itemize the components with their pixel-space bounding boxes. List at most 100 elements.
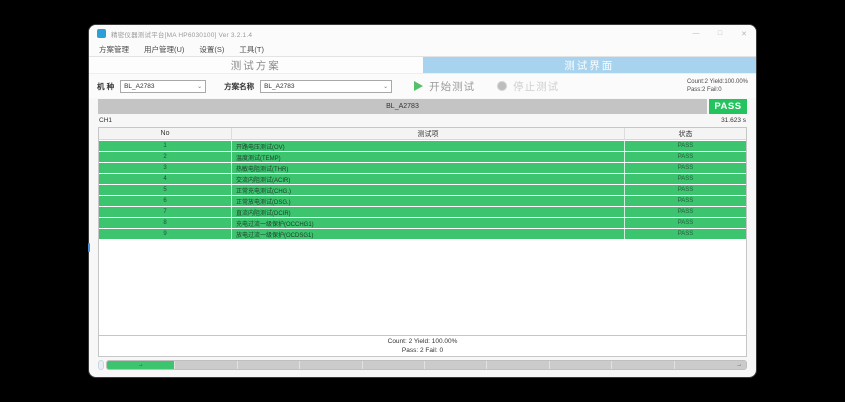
tab-test-plan[interactable]: 测试方案 xyxy=(89,57,423,73)
cell-status: PASS xyxy=(625,141,746,151)
progress-segment xyxy=(175,361,237,369)
top-stats-line2: Pass:2 Fail:0 xyxy=(687,86,748,94)
header-no: No xyxy=(99,128,232,139)
table-row[interactable]: 5正常充电测试(CHG.)PASS xyxy=(99,185,746,195)
table-row[interactable]: 2温度测试(TEMP)PASS xyxy=(99,152,746,162)
table-row[interactable]: 1开路电压测试(OV)PASS xyxy=(99,141,746,151)
progress-segment xyxy=(612,361,674,369)
stop-test-button[interactable]: 停止测试 xyxy=(497,79,559,94)
table-row[interactable]: 8充电过流一级保护(OCCHG1)PASS xyxy=(99,218,746,228)
cell-no: 3 xyxy=(99,163,232,173)
cell-no: 1 xyxy=(99,141,232,151)
table-header: No 测试项 状态 xyxy=(99,128,746,140)
tab-test-interface[interactable]: 测试界面 xyxy=(423,57,757,73)
model-select-value: BL_A2783 xyxy=(124,83,154,90)
cell-no: 6 xyxy=(99,196,232,206)
cell-status: PASS xyxy=(625,207,746,217)
cell-item: 正常放电测试(DSG.) xyxy=(232,196,625,206)
table-row[interactable]: 6正常放电测试(DSG.)PASS xyxy=(99,196,746,206)
app-window: 精密仪器测试平台[MA HP6030100] Ver 3.2.1.4 — □ ✕… xyxy=(88,24,757,378)
cell-no: 4 xyxy=(99,174,232,184)
stop-test-label: 停止测试 xyxy=(513,79,559,94)
top-stats-line1: Count:2 Yield:100.00% xyxy=(687,78,748,86)
pass-badge: PASS xyxy=(709,99,747,114)
maximize-icon[interactable]: □ xyxy=(708,25,732,42)
cell-status: PASS xyxy=(625,163,746,173)
control-toolbar: 机 种 BL_A2783 ⌄ 方案名称 BL_A2783 ⌄ 开始测试 停止测试 xyxy=(89,74,756,98)
app-icon xyxy=(97,29,106,38)
footer-stats-line2: Pass: 2 Fail: 0 xyxy=(402,346,443,355)
channel-row: CH1 31.623 s xyxy=(89,114,756,127)
cell-item: 正常充电测试(CHG.) xyxy=(232,185,625,195)
header-test-item: 测试项 xyxy=(232,128,625,139)
screen-background: 精密仪器测试平台[MA HP6030100] Ver 3.2.1.4 — □ ✕… xyxy=(0,0,845,402)
progress-bar: →→ xyxy=(106,360,747,370)
progress-segment-done: → xyxy=(107,361,175,369)
model-select[interactable]: BL_A2783 ⌄ xyxy=(120,80,206,93)
tab-bar: 测试方案 测试界面 xyxy=(89,57,756,74)
cell-status: PASS xyxy=(625,174,746,184)
window-controls: — □ ✕ xyxy=(684,25,756,42)
start-test-label: 开始测试 xyxy=(429,79,475,94)
progress-segment: → xyxy=(675,361,746,369)
table-row[interactable]: 4交流内阻测试(ACIR)PASS xyxy=(99,174,746,184)
cell-item: 放电过流一级保护(OCDSG1) xyxy=(232,229,625,239)
window-title: 精密仪器测试平台[MA HP6030100] Ver 3.2.1.4 xyxy=(111,29,684,39)
progress-segment xyxy=(425,361,487,369)
progress-segment xyxy=(487,361,549,369)
progress-row: →→ xyxy=(98,360,747,370)
footer-stats: Count: 2 Yield: 100.00% Pass: 2 Fail: 0 xyxy=(98,336,747,357)
play-icon xyxy=(414,81,423,91)
menu-bar: 方案管理 用户管理(U) 设置(S) 工具(T) xyxy=(89,42,756,57)
stop-icon xyxy=(497,81,507,91)
cell-no: 8 xyxy=(99,218,232,228)
footer-stats-line1: Count: 2 Yield: 100.00% xyxy=(388,337,458,346)
menu-item-1[interactable]: 用户管理(U) xyxy=(144,44,184,55)
cell-item: 交流内阻测试(ACIR) xyxy=(232,174,625,184)
cell-no: 9 xyxy=(99,229,232,239)
cell-no: 2 xyxy=(99,152,232,162)
top-stats: Count:2 Yield:100.00% Pass:2 Fail:0 xyxy=(687,78,748,94)
progress-segment xyxy=(363,361,425,369)
close-icon[interactable]: ✕ xyxy=(732,25,756,42)
chevron-down-icon: ⌄ xyxy=(197,83,202,90)
cell-item: 热敏电阻测试(THR) xyxy=(232,163,625,173)
menu-item-0[interactable]: 方案管理 xyxy=(99,44,129,55)
progress-segment xyxy=(550,361,612,369)
cell-no: 5 xyxy=(99,185,232,195)
plan-name-select[interactable]: BL_A2783 ⌄ xyxy=(260,80,392,93)
minimize-icon[interactable]: — xyxy=(684,25,708,42)
plan-select-value: BL_A2783 xyxy=(264,83,294,90)
plan-name-label: 方案名称 xyxy=(224,81,254,92)
title-bar: 精密仪器测试平台[MA HP6030100] Ver 3.2.1.4 — □ ✕ xyxy=(89,25,756,42)
progress-segment xyxy=(300,361,362,369)
table-body: 1开路电压测试(OV)PASS2温度测试(TEMP)PASS3热敏电阻测试(TH… xyxy=(99,140,746,239)
elapsed-time: 31.623 s xyxy=(721,117,746,124)
channel-label: CH1 xyxy=(99,117,112,124)
cell-status: PASS xyxy=(625,196,746,206)
left-edge-marker xyxy=(88,243,90,252)
results-panel: No 测试项 状态 1开路电压测试(OV)PASS2温度测试(TEMP)PASS… xyxy=(98,127,747,336)
table-row[interactable]: 3热敏电阻测试(THR)PASS xyxy=(99,163,746,173)
cell-item: 充电过流一级保护(OCCHG1) xyxy=(232,218,625,228)
model-banner: BL_A2783 xyxy=(98,99,707,114)
cell-status: PASS xyxy=(625,218,746,228)
cell-item: 开路电压测试(OV) xyxy=(232,141,625,151)
cell-item: 直流内阻测试(DCIR) xyxy=(232,207,625,217)
result-banner-row: BL_A2783 PASS xyxy=(98,99,747,114)
chevron-down-icon: ⌄ xyxy=(383,83,388,90)
cell-status: PASS xyxy=(625,185,746,195)
cell-status: PASS xyxy=(625,229,746,239)
table-row[interactable]: 9放电过流一级保护(OCDSG1)PASS xyxy=(99,229,746,239)
cell-status: PASS xyxy=(625,152,746,162)
start-test-button[interactable]: 开始测试 xyxy=(414,79,475,94)
model-label: 机 种 xyxy=(97,81,114,92)
cell-item: 温度测试(TEMP) xyxy=(232,152,625,162)
menu-item-2[interactable]: 设置(S) xyxy=(199,44,224,55)
progress-segment xyxy=(238,361,300,369)
header-status: 状态 xyxy=(625,128,746,139)
progress-handle[interactable] xyxy=(98,360,104,370)
table-row[interactable]: 7直流内阻测试(DCIR)PASS xyxy=(99,207,746,217)
menu-item-3[interactable]: 工具(T) xyxy=(239,44,264,55)
cell-no: 7 xyxy=(99,207,232,217)
